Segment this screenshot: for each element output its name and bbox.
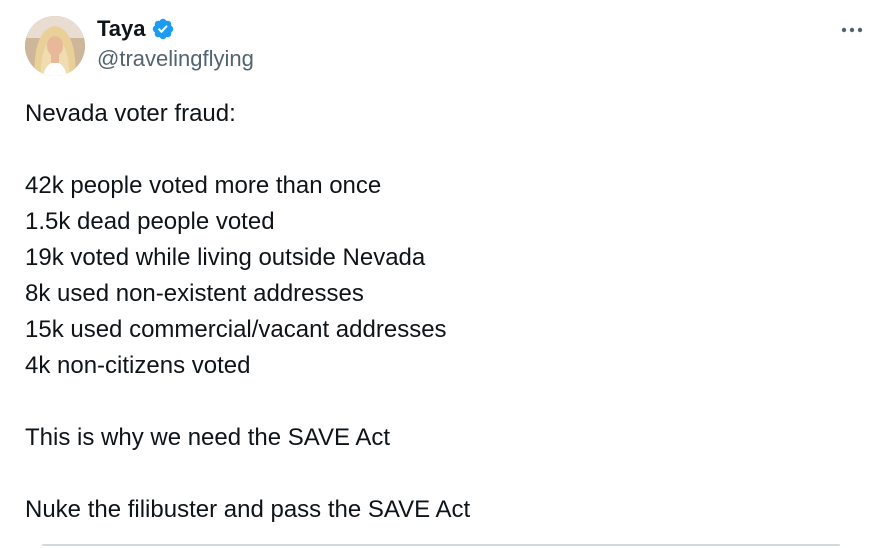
author-display-name[interactable]: Taya [97,14,146,44]
bottom-divider [42,544,840,546]
tweet-line: This is why we need the SAVE Act [25,424,391,451]
more-horizontal-icon [840,26,864,34]
tweet-line: Nevada voter fraud: [25,100,236,127]
author-name-row: Taya [97,14,254,44]
tweet-line: 15k used commercial/vacant addresses [25,316,447,343]
verified-badge-icon [151,17,175,41]
more-options-button[interactable] [838,18,866,42]
tweet-card: Taya @travelingflying Nevada voter fraud… [0,0,882,548]
author-handle[interactable]: @travelingflying [97,44,254,74]
author-block: Taya @travelingflying [97,14,254,74]
tweet-line: Nuke the filibuster and pass the SAVE Ac… [25,496,471,523]
tweet-line: 4k non-citizens voted [25,352,251,379]
avatar-image [25,16,85,76]
tweet-text: Nevada voter fraud: 42k people voted mor… [25,96,855,528]
tweet-line: 8k used non-existent addresses [25,280,364,307]
tweet-line: 19k voted while living outside Nevada [25,244,426,271]
tweet-line: 42k people voted more than once [25,172,382,199]
avatar[interactable] [25,16,85,76]
tweet-line: 1.5k dead people voted [25,208,275,235]
